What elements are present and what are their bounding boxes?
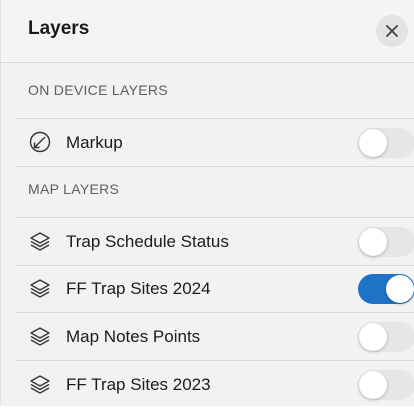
layer-toggle-ff-trap-sites-2024[interactable] [358,274,414,304]
layer-row-ff-trap-sites-2023: FF Trap Sites 2023 [15,361,414,408]
layers-icon [30,375,50,394]
toggle-knob [386,275,414,303]
layers-icon [30,279,50,298]
toggle-knob [359,371,387,399]
close-icon [386,25,398,37]
layer-label: Map Notes Points [66,327,201,346]
panel-header: Layers [1,0,414,63]
section-label-on-device: ON DEVICE LAYERS [28,82,168,98]
layers-panel: Layers ON DEVICE LAYERS Markup MAP LAYER… [0,0,414,406]
toggle-knob [359,129,387,157]
markup-icon [29,131,51,153]
section-label-map-layers: MAP LAYERS [28,181,120,197]
layer-row-trap-schedule-status: Trap Schedule Status [15,217,414,266]
layer-toggle-map-notes-points[interactable] [358,322,414,352]
toggle-knob [359,228,387,256]
layer-toggle-trap-schedule-status[interactable] [358,227,414,257]
layer-label: Markup [66,133,123,152]
layer-label: FF Trap Sites 2024 [66,279,211,298]
toggle-knob [359,323,387,351]
layer-toggle-markup[interactable] [358,128,414,158]
layers-icon [30,327,50,346]
layer-toggle-ff-trap-sites-2023[interactable] [358,370,414,400]
layer-row-ff-trap-sites-2024: FF Trap Sites 2024 [15,265,414,313]
layer-label: FF Trap Sites 2023 [66,375,211,394]
layer-row-markup: Markup [15,118,414,167]
panel-title: Layers [28,18,90,39]
close-button[interactable] [376,15,408,47]
layer-label: Trap Schedule Status [66,232,229,251]
layers-icon [30,232,50,251]
layer-row-map-notes-points: Map Notes Points [15,313,414,361]
